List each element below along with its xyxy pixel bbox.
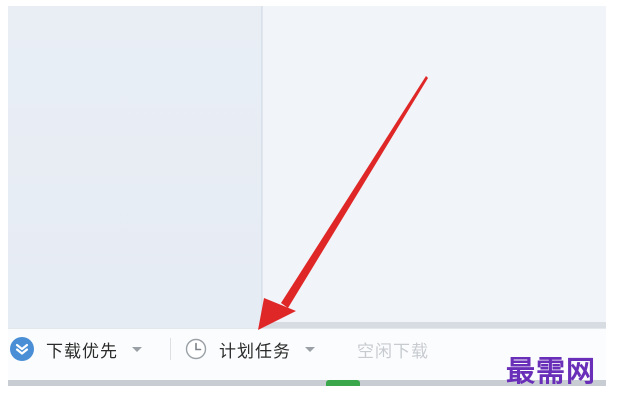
- idle-download-label: 空闲下载: [357, 341, 429, 362]
- scheduled-tasks-button[interactable]: 计划任务: [185, 336, 315, 362]
- idle-download-button[interactable]: 空闲下载: [357, 336, 429, 362]
- task-list-area: [263, 6, 606, 322]
- scheduled-tasks-label: 计划任务: [219, 341, 291, 362]
- green-indicator: [326, 380, 360, 386]
- chevron-down-circle-icon: [10, 337, 34, 361]
- status-bar-separator: [170, 338, 171, 360]
- category-sidebar: [8, 6, 261, 328]
- download-manager-window: [8, 6, 606, 386]
- watermark-text: 最需网: [506, 354, 597, 388]
- caret-down-icon[interactable]: [132, 346, 142, 352]
- download-priority-label: 下载优先: [46, 341, 118, 362]
- download-priority-button[interactable]: 下载优先: [10, 336, 142, 362]
- clock-icon: [185, 338, 207, 360]
- caret-down-icon[interactable]: [305, 346, 315, 352]
